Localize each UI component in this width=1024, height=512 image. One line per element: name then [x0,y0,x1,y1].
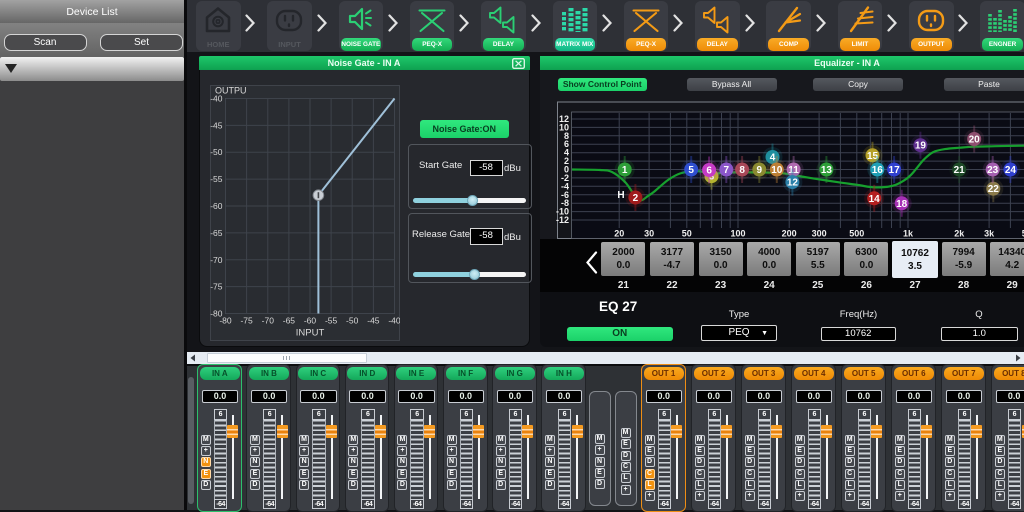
svg-text:13: 13 [821,165,833,176]
svg-text:-70: -70 [210,255,223,265]
svg-text:300: 300 [812,229,827,239]
svg-text:-70: -70 [262,316,275,326]
svg-text:24: 24 [1005,165,1017,176]
svg-text:14: 14 [869,194,881,205]
svg-text:OUTPU: OUTPU [215,86,247,96]
svg-text:-55: -55 [210,174,223,184]
svg-text:19: 19 [915,141,927,152]
svg-text:12: 12 [787,178,799,189]
svg-text:8: 8 [739,165,745,176]
svg-text:-60: -60 [210,201,223,211]
svg-text:-50: -50 [210,147,223,157]
svg-text:7: 7 [724,165,730,176]
svg-text:-75: -75 [240,316,253,326]
svg-text:-45: -45 [210,120,223,130]
svg-text:-65: -65 [283,316,296,326]
svg-text:100: 100 [730,229,745,239]
svg-text:30: 30 [644,229,654,239]
svg-text:18: 18 [896,199,908,210]
svg-text:H: H [617,190,624,201]
svg-text:-80: -80 [210,309,223,319]
svg-text:20: 20 [969,135,981,146]
svg-text:17: 17 [889,165,901,176]
svg-text:5: 5 [688,165,694,176]
svg-text:1k: 1k [903,229,914,239]
svg-text:1: 1 [622,165,628,176]
svg-text:16: 16 [872,165,884,176]
svg-text:2: 2 [633,193,639,204]
svg-text:-45: -45 [367,316,380,326]
svg-text:12: 12 [559,114,569,124]
svg-text:10: 10 [771,165,783,176]
svg-text:-60: -60 [304,316,317,326]
svg-text:200: 200 [782,229,797,239]
svg-text:9: 9 [757,165,763,176]
svg-text:-55: -55 [325,316,338,326]
svg-text:-65: -65 [210,228,223,238]
svg-text:23: 23 [987,165,999,176]
svg-text:-75: -75 [210,282,223,292]
svg-text:50: 50 [682,229,692,239]
svg-text:3k: 3k [984,229,995,239]
svg-text:6: 6 [706,166,712,177]
svg-text:2k: 2k [954,229,965,239]
svg-text:21: 21 [954,165,966,176]
svg-text:INPUT: INPUT [296,328,325,339]
svg-text:-50: -50 [346,316,359,326]
svg-text:-40: -40 [388,316,400,326]
svg-text:500: 500 [849,229,864,239]
svg-text:22: 22 [988,184,1000,195]
svg-text:20: 20 [614,229,624,239]
